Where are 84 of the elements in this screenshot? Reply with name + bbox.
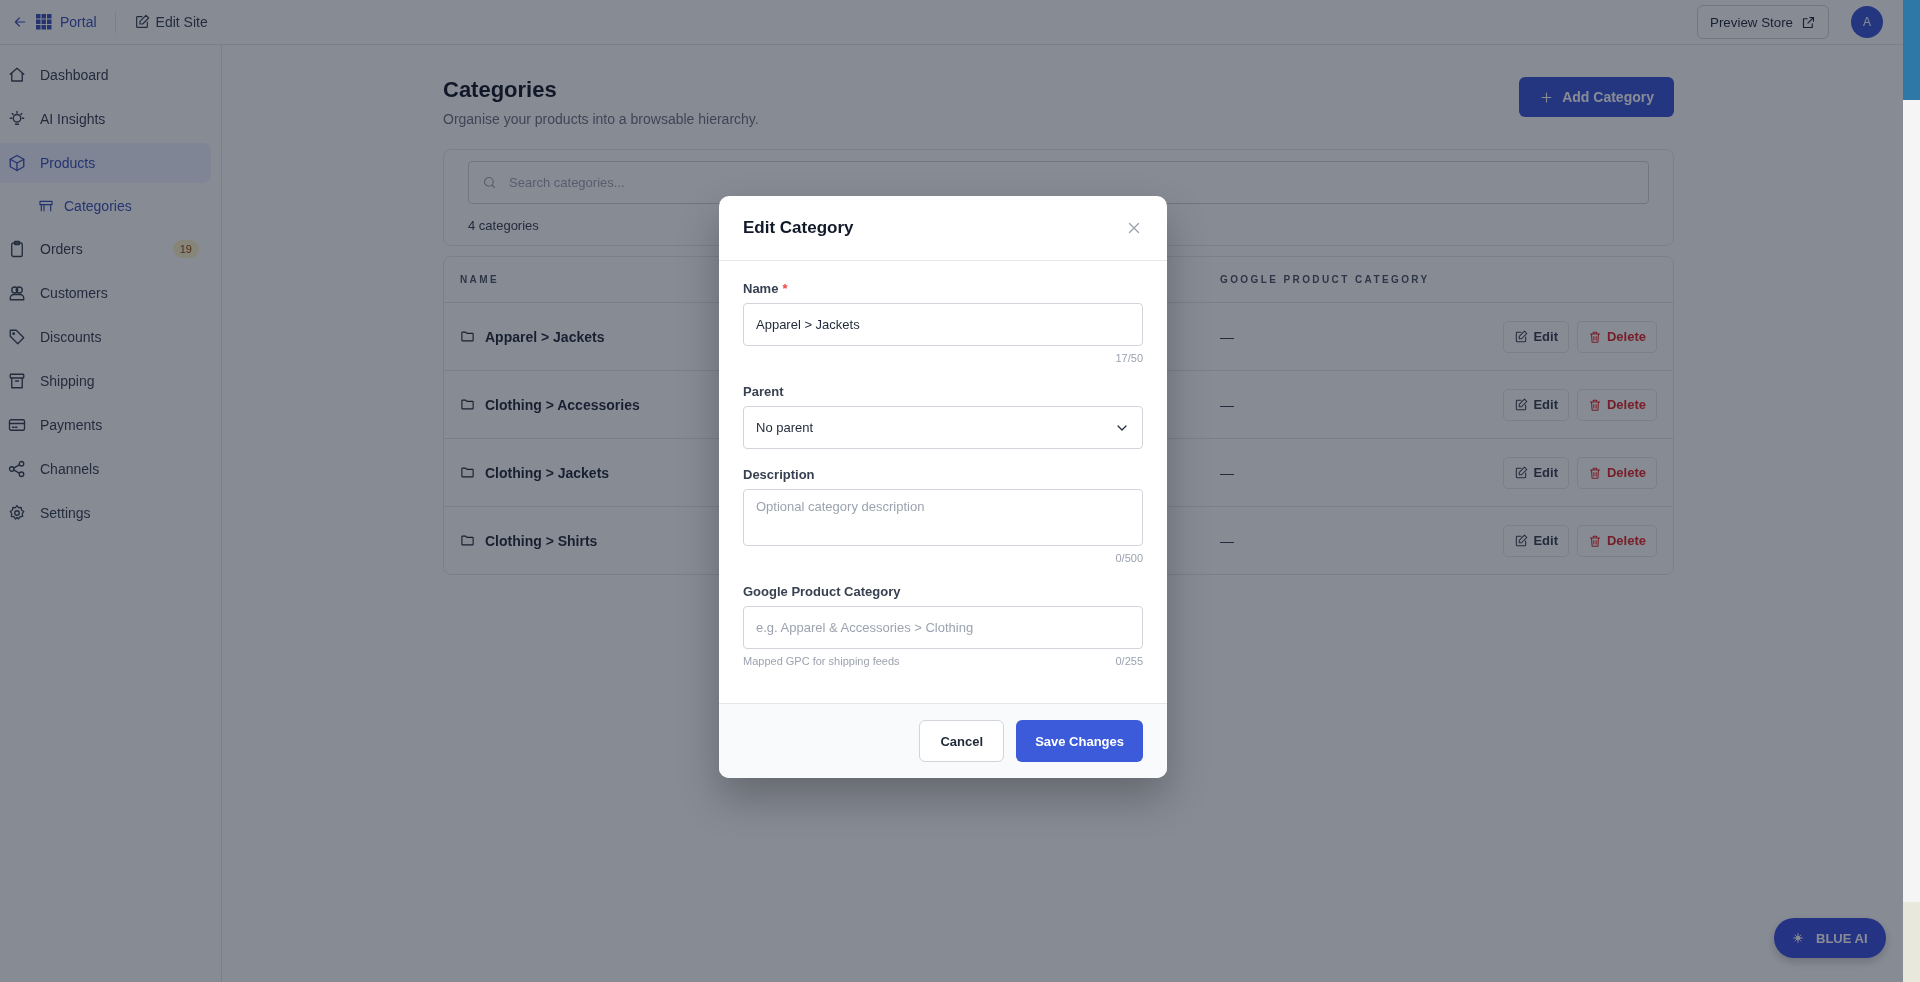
character-counter: 0/255: [1115, 655, 1143, 669]
credit-card-icon: [8, 416, 26, 434]
sidebar-item[interactable]: Settings: [0, 493, 211, 533]
google-category-cell-text: —: [1220, 396, 1235, 413]
cube-icon: [8, 154, 26, 172]
trash-icon: [1587, 533, 1602, 548]
settings-icon: [8, 504, 26, 522]
sidebar-subitem[interactable]: Categories: [0, 187, 211, 225]
textarea-input[interactable]: Optional category description: [743, 489, 1143, 546]
edit-button[interactable]: Edit: [1503, 524, 1569, 557]
page-subtitle: Organise your products into a browsable hierarchy.: [443, 111, 759, 127]
sidebar-item[interactable]: Dashboard: [0, 55, 211, 95]
folder-icon: [460, 329, 475, 344]
portal-link[interactable]: Portal: [12, 14, 97, 30]
field-label: Name: [743, 281, 779, 296]
edit-button[interactable]: Edit: [1503, 388, 1569, 421]
bench-icon: [38, 198, 54, 214]
edit-button[interactable]: Edit: [1503, 456, 1569, 489]
edit-icon: [1514, 397, 1529, 412]
delete-button[interactable]: Delete: [1576, 524, 1657, 557]
text-input[interactable]: e.g. Apparel & Accessories > Clothing: [743, 606, 1143, 649]
trash-icon: [1587, 397, 1602, 412]
category-name: Clothing > Accessories: [485, 396, 640, 413]
edit-site-link[interactable]: Edit Site: [133, 14, 208, 30]
home-icon: [8, 66, 26, 84]
edit-icon: [1514, 465, 1529, 480]
category-name: Clothing > Jackets: [485, 464, 610, 481]
required-mark: *: [782, 281, 788, 296]
sidebar-item[interactable]: Discounts: [0, 317, 211, 357]
lightbulb-icon: [8, 110, 26, 128]
dialog-title: Edit Category: [743, 218, 854, 238]
add-category-button[interactable]: Add Category: [1519, 77, 1674, 117]
user-avatar[interactable]: A: [1851, 6, 1883, 38]
sidebar-item[interactable]: Shipping: [0, 361, 211, 401]
ai-assistant-button[interactable]: BLUE AI: [1774, 918, 1886, 958]
category-name: Apparel > Jackets: [485, 328, 605, 345]
sidebar-item[interactable]: AI Insights: [0, 99, 211, 139]
cancel-button[interactable]: Cancel: [919, 720, 1005, 762]
arrow-left-icon: [12, 14, 28, 30]
google-category-cell-text: —: [1220, 328, 1235, 345]
edit-button[interactable]: Edit: [1503, 320, 1569, 353]
sidebar-item[interactable]: Channels: [0, 449, 211, 489]
field-hint: Mapped GPC for shipping feeds: [743, 655, 900, 669]
google-category-cell-text: —: [1220, 532, 1235, 549]
category-count: 4 categories: [468, 218, 539, 233]
character-counter: 17/50: [1115, 352, 1143, 366]
count-badge: 19: [172, 240, 199, 258]
sidebar-item[interactable]: Customers: [0, 273, 211, 313]
clipboard-icon: [8, 240, 26, 258]
sidebar-item[interactable]: Orders 19: [0, 229, 211, 269]
save-changes-button[interactable]: Save Changes: [1016, 720, 1143, 762]
trash-icon: [1587, 465, 1602, 480]
trash-icon: [1587, 329, 1602, 344]
delete-button[interactable]: Delete: [1576, 388, 1657, 421]
users-icon: [8, 284, 26, 302]
sparkle-icon: [1792, 932, 1804, 944]
tag-icon: [8, 328, 26, 346]
field-label: Description: [743, 467, 815, 482]
category-name: Clothing > Shirts: [485, 532, 598, 549]
column-header: NAME: [460, 274, 501, 285]
archive-icon: [8, 372, 26, 390]
folder-icon: [460, 533, 475, 548]
google-category-cell-text: —: [1220, 464, 1235, 481]
edit-icon: [133, 14, 150, 30]
delete-button[interactable]: Delete: [1576, 320, 1657, 353]
sidebar-item[interactable]: Payments: [0, 405, 211, 445]
plus-icon: [1539, 89, 1555, 105]
delete-button[interactable]: Delete: [1576, 456, 1657, 489]
preview-store-button[interactable]: Preview Store: [1697, 5, 1829, 39]
column-header: GOOGLE PRODUCT CATEGORY: [1220, 274, 1431, 285]
grid-icon: [36, 14, 52, 30]
page-title: Categories: [443, 77, 558, 103]
character-counter: 0/500: [1115, 552, 1143, 566]
folder-icon: [460, 465, 475, 480]
field-label: Google Product Category: [743, 584, 901, 599]
select-dropdown[interactable]: No parent: [743, 406, 1143, 449]
edit-icon: [1514, 533, 1529, 548]
share-icon: [8, 460, 26, 478]
folder-icon: [460, 397, 475, 412]
field-label: Parent: [743, 384, 784, 399]
external-link-icon: [1801, 14, 1816, 30]
sidebar-item[interactable]: Products: [0, 143, 211, 183]
edit-icon: [1514, 329, 1529, 344]
text-input[interactable]: Apparel > Jackets: [743, 303, 1143, 346]
